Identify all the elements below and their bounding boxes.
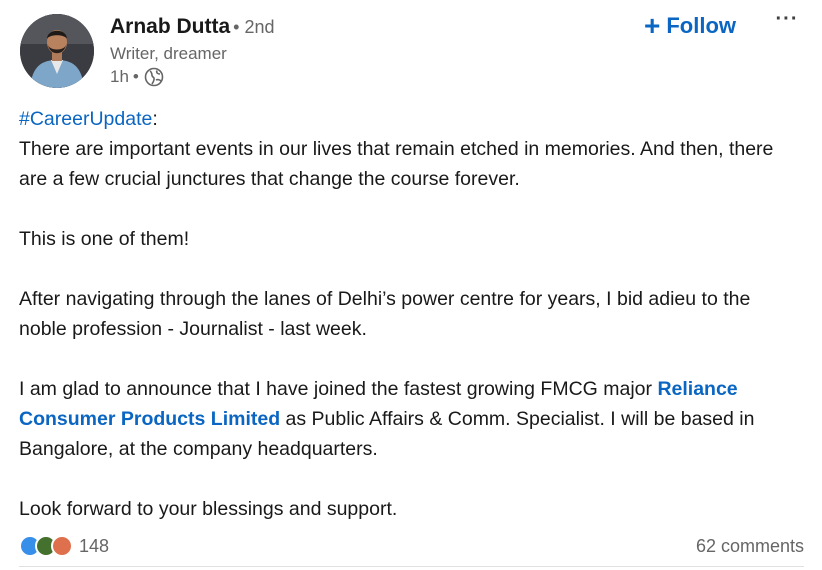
author-name-text[interactable]: Arnab Dutta	[110, 15, 230, 38]
post-body: #CareerUpdate: There are important event…	[19, 104, 799, 524]
paragraph-2: This is one of them!	[19, 228, 190, 250]
post-time: 1h	[110, 67, 129, 86]
reactions-summary[interactable]: 148	[19, 535, 109, 557]
paragraph-4-lead: I am glad to announce that I have joined…	[19, 378, 658, 400]
comments-count[interactable]: 62 comments	[696, 536, 804, 557]
author-avatar[interactable]	[20, 14, 94, 88]
hashtag-line: #CareerUpdate:	[19, 104, 799, 134]
feed-post: Arnab Dutta • 2nd Writer, dreamer 1h • + …	[0, 0, 822, 570]
plus-icon: +	[644, 10, 661, 41]
reaction-icons	[19, 535, 73, 557]
follow-label: Follow	[666, 13, 737, 38]
author-headline: Writer, dreamer	[110, 44, 227, 63]
connection-degree: • 2nd	[233, 17, 275, 37]
person-photo-icon	[20, 14, 94, 88]
paragraph-1: There are important events in our lives …	[19, 138, 774, 190]
reactions-count: 148	[79, 535, 110, 556]
more-options-button[interactable]: ···	[772, 9, 802, 36]
love-icon	[51, 535, 73, 557]
meta-separator: •	[132, 67, 139, 86]
globe-icon	[144, 67, 164, 87]
paragraph-3: After navigating through the lanes of De…	[19, 288, 751, 340]
paragraph-5: Look forward to your blessings and suppo…	[19, 498, 398, 520]
hashtag-link[interactable]: #CareerUpdate	[19, 108, 152, 130]
paragraph-4: I am glad to announce that I have joined…	[19, 374, 799, 464]
post-meta: 1h •	[110, 67, 164, 87]
author-name[interactable]: Arnab Dutta • 2nd	[110, 15, 275, 39]
follow-button[interactable]: + Follow	[640, 10, 740, 42]
hashtag-suffix: :	[152, 108, 158, 130]
social-counts: 148 62 comments	[19, 531, 804, 561]
divider	[19, 566, 804, 567]
